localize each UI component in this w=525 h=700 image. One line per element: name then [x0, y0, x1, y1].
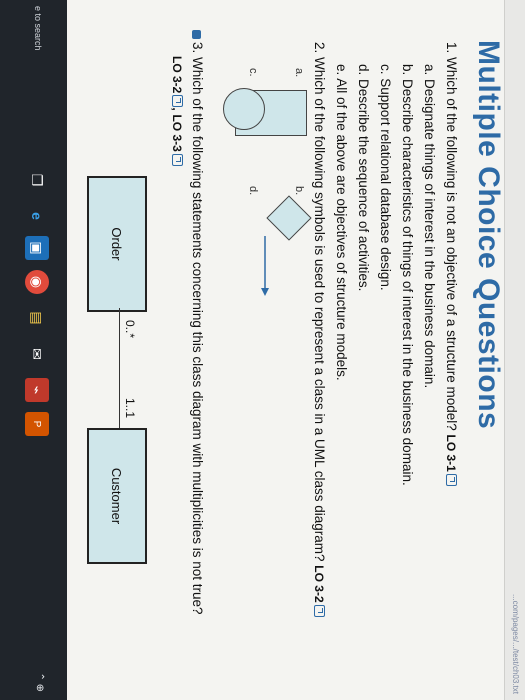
learning-objective: LO 3-1	[444, 434, 458, 472]
separator: ,	[170, 107, 184, 111]
external-link-icon[interactable]	[172, 153, 183, 166]
taskbar: e to search ❐ e ▣ ◉ ▤ ✉ ⌁ P ⌃ ⊕	[0, 0, 67, 700]
external-link-icon[interactable]	[446, 473, 457, 486]
association-line	[119, 308, 120, 428]
question-text: Which of the following statements concer…	[190, 57, 205, 615]
symbol-label-b: b.	[293, 186, 305, 196]
symbol-label-d: d.	[247, 186, 259, 196]
learning-objective: LO 3-2	[170, 56, 184, 94]
class-name: Order	[109, 227, 125, 261]
diamond-symbol	[266, 195, 312, 241]
question-1: 1. Which of the following is not an obje…	[444, 42, 459, 486]
question-number: 3.	[190, 42, 205, 54]
task-view-icon[interactable]: ❐	[25, 168, 49, 192]
option-d[interactable]: d. Describe the sequence of activities.	[356, 64, 371, 291]
option-e[interactable]: e. All of the above are objectives of st…	[334, 64, 349, 381]
url-text: ...com/pages/.../test/ch03.txt	[511, 593, 520, 694]
option-b[interactable]: b. Describe characteristics of things of…	[400, 64, 415, 486]
question-2: 2. Which of the following symbols is use…	[312, 42, 327, 617]
uml-class-order: Order	[87, 176, 147, 312]
symbol-label-c: c.	[247, 68, 259, 77]
question-number: 1.	[444, 42, 459, 54]
store-icon[interactable]: ▣	[25, 236, 49, 260]
question-number: 2.	[312, 42, 327, 54]
edge-icon[interactable]: e	[25, 204, 49, 228]
symbol-label-a: a.	[293, 68, 305, 78]
uml-class-customer: Customer	[87, 428, 147, 564]
question-3-objectives: LO 3-2, LO 3-3	[170, 56, 185, 166]
multiplicity-left: 0..*	[123, 320, 137, 339]
option-c[interactable]: c. Support relational database design.	[378, 64, 393, 291]
question-text: Which of the following symbols is used t…	[312, 57, 327, 562]
learning-objective: LO 3-3	[170, 114, 184, 152]
pdf-icon[interactable]: ⌁	[25, 378, 49, 402]
class-name: Customer	[109, 467, 125, 525]
option-a[interactable]: a. Designate things of interest in the b…	[422, 64, 437, 388]
document-page: ...com/pages/.../test/ch03.txt Multiple …	[67, 0, 525, 700]
multiplicity-right: 1..1	[123, 398, 137, 419]
chrome-icon[interactable]: ◉	[25, 270, 49, 294]
page-title: Multiple Choice Questions	[472, 40, 505, 430]
question-3: 3. Which of the following statements con…	[190, 42, 205, 615]
powerpoint-icon[interactable]: P	[25, 412, 49, 436]
browser-address-bar[interactable]: ...com/pages/.../test/ch03.txt	[504, 0, 525, 700]
external-link-icon[interactable]	[314, 604, 325, 617]
circle-symbol	[223, 88, 265, 130]
file-explorer-icon[interactable]: ▤	[25, 306, 49, 330]
monitor-screen: ...com/pages/.../test/ch03.txt Multiple …	[0, 0, 525, 700]
mail-icon[interactable]: ✉	[25, 342, 49, 366]
question-text: Which of the following is not an objecti…	[444, 57, 459, 431]
taskbar-search[interactable]: e to search	[33, 6, 43, 51]
system-tray[interactable]: ⌃ ⊕	[34, 672, 45, 692]
learning-objective: LO 3-2	[312, 565, 326, 603]
question-marker-icon	[192, 30, 201, 39]
external-link-icon[interactable]	[172, 95, 183, 108]
arrow-symbol	[261, 236, 269, 296]
